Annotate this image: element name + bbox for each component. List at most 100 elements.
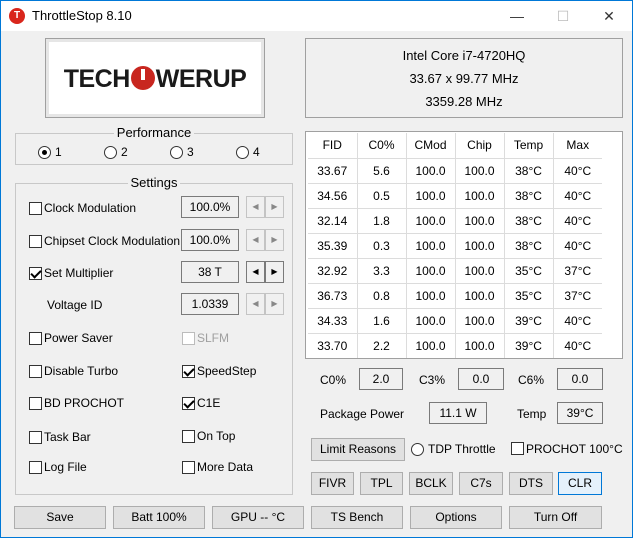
c1e-checkbox[interactable] (182, 397, 195, 410)
on-top-checkbox[interactable] (182, 430, 195, 443)
speedstep-checkbox[interactable] (182, 365, 195, 378)
voltage-id-spinner[interactable]: ◀ ▶ (246, 293, 284, 315)
table-cell: 100.0 (406, 233, 456, 259)
table-cell: 38°C (504, 208, 554, 234)
chipset-modulation-decrease-button[interactable]: ◀ (246, 229, 265, 251)
throttlestop-window: T ThrottleStop 8.10 — ☐ ✕ TECH WERUP Inte… (0, 0, 633, 538)
table-cell: 34.56 (308, 183, 358, 209)
log-file-label: Log File (44, 460, 87, 474)
c0-value: 2.0 (359, 368, 403, 390)
options-button[interactable]: Options (410, 506, 502, 529)
minimize-button[interactable]: — (494, 1, 540, 31)
tdp-throttle-label: TDP Throttle (428, 442, 496, 456)
gpu-temp-button[interactable]: GPU -- °C (212, 506, 304, 529)
tpl-button[interactable]: TPL (360, 472, 403, 495)
core-table: FID C0% CMod Chip Temp Max 33.67 5.6 100.0 100.0… (308, 133, 602, 358)
table-cell: 100.0 (455, 208, 505, 234)
clock-modulation-label: Clock Modulation (44, 201, 137, 215)
column-header: CMod (406, 133, 456, 159)
table-cell: 38°C (504, 183, 554, 209)
cpu-info-panel: Intel Core i7-4720HQ 33.67 x 99.77 MHz 3… (305, 38, 623, 118)
chipset-modulation-spinner[interactable]: ◀ ▶ (246, 229, 284, 251)
voltage-id-decrease-button[interactable]: ◀ (246, 293, 265, 315)
table-cell: 39°C (504, 333, 554, 358)
bclk-button[interactable]: BCLK (409, 472, 453, 495)
table-row: 32.14 1.8 100.0 100.0 38°C 40°C (308, 208, 602, 234)
close-button[interactable]: ✕ (586, 1, 632, 31)
prochot-100-label: PROCHOT 100°C (526, 442, 623, 456)
disable-turbo-checkbox[interactable] (29, 365, 42, 378)
battery-button[interactable]: Batt 100% (113, 506, 205, 529)
table-cell: 35°C (504, 283, 554, 309)
clr-button[interactable]: CLR (558, 472, 602, 495)
voltage-id-increase-button[interactable]: ▶ (265, 293, 284, 315)
set-multiplier-decrease-button[interactable]: ◀ (246, 261, 265, 283)
dts-button[interactable]: DTS (509, 472, 553, 495)
clock-modulation-spinner[interactable]: ◀ ▶ (246, 196, 284, 218)
table-cell: 0.3 (357, 233, 407, 259)
maximize-button[interactable]: ☐ (540, 1, 586, 31)
bd-prochot-checkbox[interactable] (29, 397, 42, 410)
limit-reasons-button[interactable]: Limit Reasons (311, 438, 405, 461)
profile-label-1: 1 (55, 145, 62, 159)
more-data-checkbox[interactable] (182, 461, 195, 474)
c6-label: C6% (518, 373, 545, 387)
table-cell: 40°C (553, 208, 602, 234)
slfm-label: SLFM (197, 331, 230, 345)
title-bar[interactable]: T ThrottleStop 8.10 — ☐ ✕ (1, 1, 632, 31)
column-header: FID (308, 133, 358, 159)
c0-label: C0% (320, 373, 347, 387)
c7s-button[interactable]: C7s (459, 472, 503, 495)
c3-value: 0.0 (458, 368, 504, 390)
tdp-throttle-radio[interactable] (411, 443, 424, 456)
clock-modulation-decrease-button[interactable]: ◀ (246, 196, 265, 218)
profile-radio-1[interactable] (38, 146, 51, 159)
table-cell: 100.0 (406, 208, 456, 234)
power-icon (130, 66, 155, 90)
task-bar-checkbox[interactable] (29, 431, 42, 444)
app-icon: T (9, 8, 25, 24)
turn-off-button[interactable]: Turn Off (509, 506, 602, 529)
table-cell: 40°C (553, 183, 602, 209)
table-cell: 2.2 (357, 333, 407, 358)
power-saver-label: Power Saver (44, 331, 113, 345)
set-multiplier-increase-button[interactable]: ▶ (265, 261, 284, 283)
ts-bench-button[interactable]: TS Bench (311, 506, 403, 529)
set-multiplier-spinner[interactable]: ◀ ▶ (246, 261, 284, 283)
table-cell: 100.0 (406, 158, 456, 184)
prochot-100-checkbox[interactable] (511, 442, 524, 455)
table-cell: 100.0 (406, 283, 456, 309)
column-header: C0% (357, 133, 407, 159)
table-row: 33.67 5.6 100.0 100.0 38°C 40°C (308, 158, 602, 184)
column-header: Temp (504, 133, 554, 159)
table-cell: 0.8 (357, 283, 407, 309)
table-cell: 0.5 (357, 183, 407, 209)
fivr-button[interactable]: FIVR (311, 472, 354, 495)
table-cell: 100.0 (455, 258, 505, 284)
techpowerup-logo: TECH WERUP (45, 38, 265, 118)
table-cell: 35.39 (308, 233, 358, 259)
profile-radio-4[interactable] (236, 146, 249, 159)
clock-modulation-checkbox[interactable] (29, 202, 42, 215)
performance-group: Performance 1 2 3 4 (15, 125, 293, 165)
log-file-checkbox[interactable] (29, 461, 42, 474)
profile-radio-3[interactable] (170, 146, 183, 159)
window-title: ThrottleStop 8.10 (32, 8, 132, 23)
save-button[interactable]: Save (14, 506, 106, 529)
table-row: 33.70 2.2 100.0 100.0 39°C 40°C (308, 333, 602, 358)
set-multiplier-value: 38 T (181, 261, 239, 283)
chipset-modulation-increase-button[interactable]: ▶ (265, 229, 284, 251)
set-multiplier-checkbox[interactable] (29, 267, 42, 280)
profile-radio-2[interactable] (104, 146, 117, 159)
c1e-label: C1E (197, 396, 221, 410)
task-bar-label: Task Bar (44, 430, 91, 444)
table-cell: 3.3 (357, 258, 407, 284)
profile-label-3: 3 (187, 145, 194, 159)
speedstep-label: SpeedStep (197, 364, 257, 378)
performance-title: Performance (16, 125, 292, 140)
power-saver-checkbox[interactable] (29, 332, 42, 345)
slfm-checkbox[interactable] (182, 332, 195, 345)
cpu-frequency: 3359.28 MHz (425, 94, 503, 109)
clock-modulation-increase-button[interactable]: ▶ (265, 196, 284, 218)
chipset-modulation-checkbox[interactable] (29, 235, 42, 248)
